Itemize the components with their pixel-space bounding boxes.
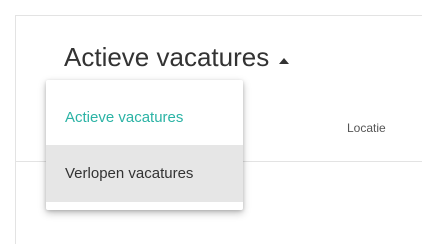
menu-item-label: Verlopen vacatures: [65, 165, 194, 182]
page: Actieve vacatures Locatie Actieve vacatu…: [0, 0, 422, 244]
column-header-location[interactable]: Locatie: [347, 121, 386, 135]
menu-item-label: Actieve vacatures: [65, 108, 184, 126]
page-title: Actieve vacatures: [64, 42, 270, 72]
caret-up-icon: [279, 57, 290, 64]
menu-item-expired-vacancies[interactable]: Verlopen vacatures: [46, 145, 243, 202]
menu-item-active-vacancies[interactable]: Actieve vacatures: [46, 80, 243, 145]
vacancy-filter-menu: Actieve vacatures Verlopen vacatures: [46, 80, 243, 210]
vacancy-filter-toggle[interactable]: Actieve vacatures: [64, 42, 290, 73]
